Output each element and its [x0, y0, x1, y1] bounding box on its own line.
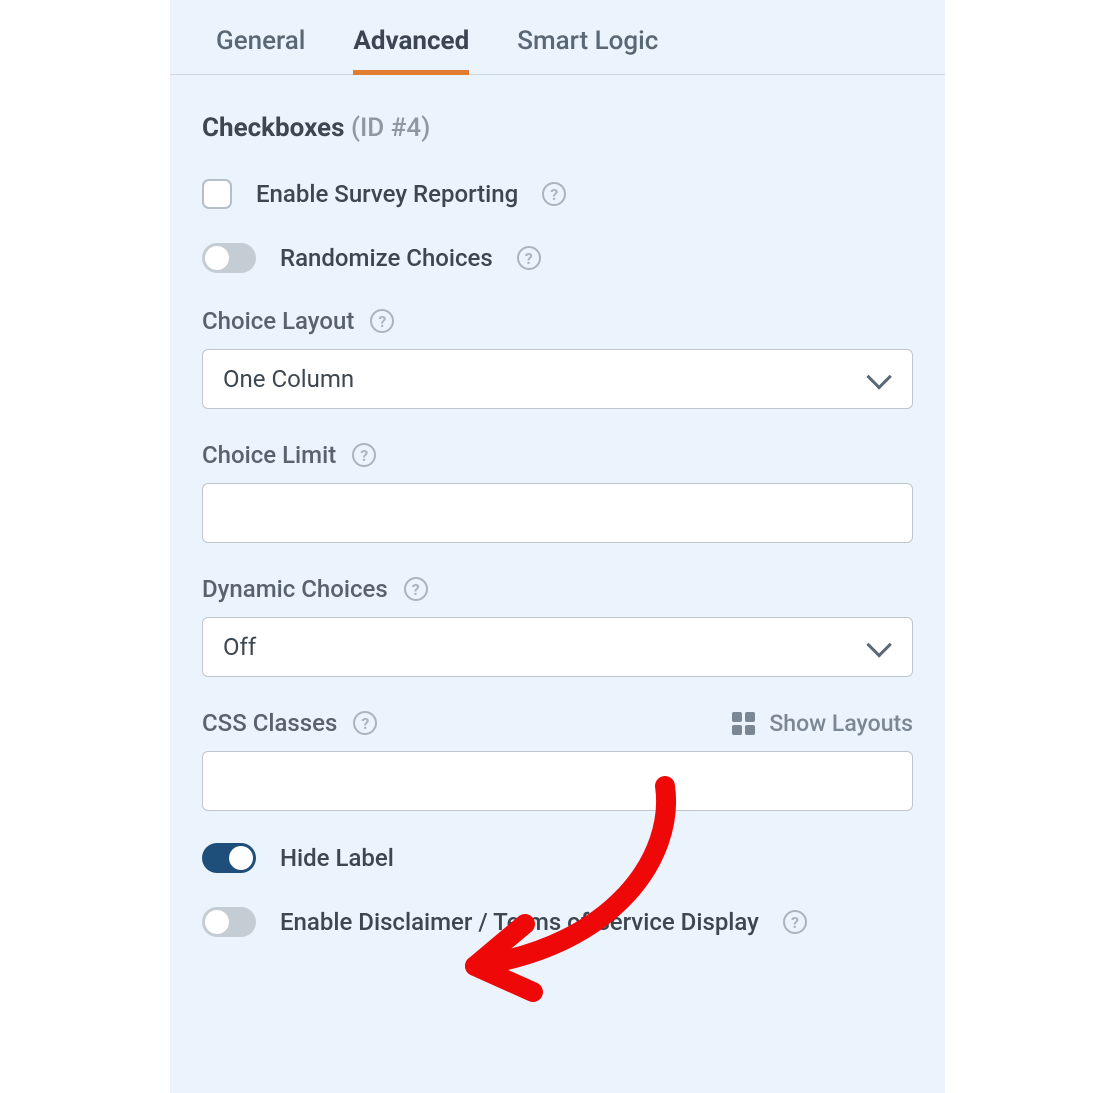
- section-id: (ID #4): [351, 113, 430, 143]
- row-enable-survey-reporting: Enable Survey Reporting ?: [202, 179, 913, 209]
- section-heading: Checkboxes (ID #4): [202, 113, 913, 143]
- input-choice-limit[interactable]: [202, 483, 913, 543]
- chevron-down-icon: [866, 364, 891, 389]
- row-enable-disclaimer: Enable Disclaimer / Terms of Service Dis…: [202, 907, 913, 937]
- label-randomize-choices: Randomize Choices: [280, 244, 493, 272]
- chevron-down-icon: [866, 632, 891, 657]
- select-choice-layout[interactable]: One Column: [202, 349, 913, 409]
- help-icon[interactable]: ?: [370, 309, 394, 333]
- show-layouts-link[interactable]: Show Layouts: [732, 710, 913, 737]
- label-enable-survey-reporting: Enable Survey Reporting: [256, 180, 518, 208]
- row-hide-label: Hide Label: [202, 843, 913, 873]
- field-choice-limit: Choice Limit ?: [202, 441, 913, 543]
- toggle-enable-disclaimer[interactable]: [202, 907, 256, 937]
- help-icon[interactable]: ?: [542, 182, 566, 206]
- tab-smart-logic[interactable]: Smart Logic: [517, 12, 658, 74]
- help-icon[interactable]: ?: [404, 577, 428, 601]
- panel-content: Checkboxes (ID #4) Enable Survey Reporti…: [170, 75, 945, 937]
- label-enable-disclaimer: Enable Disclaimer / Terms of Service Dis…: [280, 908, 759, 936]
- select-dynamic-choices-value: Off: [223, 633, 256, 661]
- row-randomize-choices: Randomize Choices ?: [202, 243, 913, 273]
- show-layouts-label: Show Layouts: [769, 710, 913, 737]
- field-dynamic-choices: Dynamic Choices ? Off: [202, 575, 913, 677]
- help-icon[interactable]: ?: [353, 711, 377, 735]
- tabs: General Advanced Smart Logic: [170, 12, 945, 75]
- help-icon[interactable]: ?: [783, 910, 807, 934]
- field-settings-panel: General Advanced Smart Logic Checkboxes …: [170, 0, 945, 1093]
- tab-advanced[interactable]: Advanced: [353, 12, 469, 74]
- label-dynamic-choices: Dynamic Choices: [202, 575, 388, 603]
- field-choice-layout: Choice Layout ? One Column: [202, 307, 913, 409]
- label-choice-layout: Choice Layout: [202, 307, 354, 335]
- toggle-randomize-choices[interactable]: [202, 243, 256, 273]
- help-icon[interactable]: ?: [352, 443, 376, 467]
- label-hide-label: Hide Label: [280, 844, 394, 872]
- input-css-classes[interactable]: [202, 751, 913, 811]
- select-choice-layout-value: One Column: [223, 365, 354, 393]
- label-choice-limit: Choice Limit: [202, 441, 336, 469]
- tab-general[interactable]: General: [216, 12, 305, 74]
- field-css-classes: CSS Classes ? Show Layouts: [202, 709, 913, 811]
- grid-icon: [732, 712, 755, 735]
- checkbox-enable-survey-reporting[interactable]: [202, 179, 232, 209]
- section-title: Checkboxes: [202, 113, 344, 143]
- select-dynamic-choices[interactable]: Off: [202, 617, 913, 677]
- label-css-classes: CSS Classes: [202, 709, 337, 737]
- toggle-hide-label[interactable]: [202, 843, 256, 873]
- help-icon[interactable]: ?: [517, 246, 541, 270]
